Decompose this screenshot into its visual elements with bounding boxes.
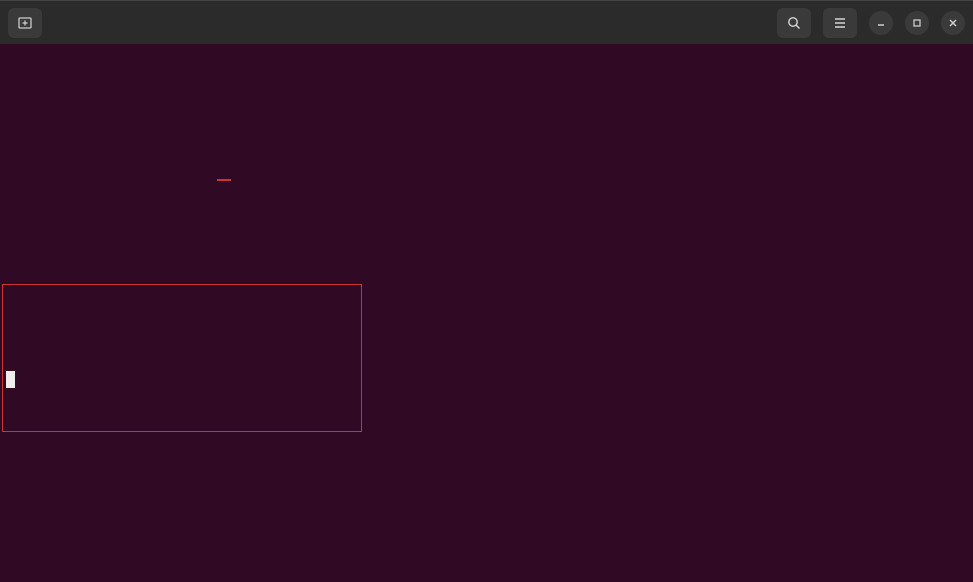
new-tab-button[interactable] (8, 8, 42, 38)
titlebar (0, 0, 973, 44)
close-button[interactable] (941, 11, 965, 35)
new-tab-icon (17, 15, 33, 31)
search-button[interactable] (777, 8, 811, 38)
search-icon (786, 15, 802, 31)
minimize-button[interactable] (869, 11, 893, 35)
terminal-cursor (6, 371, 15, 388)
highlighted-box-1 (217, 179, 231, 181)
maximize-icon (912, 18, 922, 28)
highlighted-box-2 (2, 284, 362, 432)
hamburger-icon (832, 15, 848, 31)
menu-button[interactable] (823, 8, 857, 38)
minimize-icon (876, 18, 886, 28)
maximize-button[interactable] (905, 11, 929, 35)
terminal-output[interactable] (0, 44, 973, 582)
close-icon (948, 18, 958, 28)
